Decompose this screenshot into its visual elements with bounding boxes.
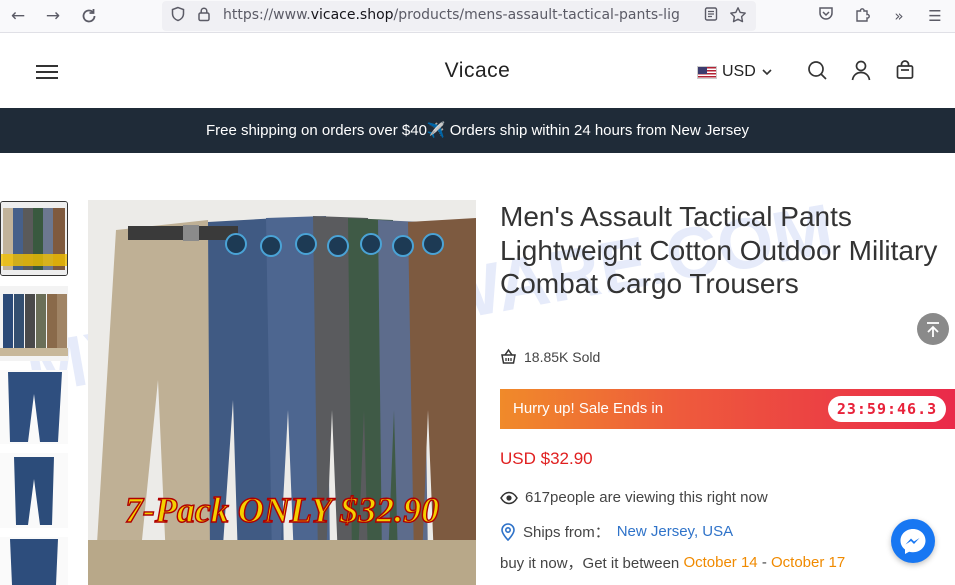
url-text[interactable]: https://www.vicace.shop/products/mens-as… bbox=[223, 7, 699, 23]
gallery-thumbnail[interactable] bbox=[0, 537, 68, 585]
sale-countdown-bar: Hurry up! Sale Ends in 23:59:46.3 bbox=[500, 389, 955, 429]
messenger-chat-button[interactable] bbox=[891, 519, 935, 563]
us-flag-icon bbox=[697, 65, 717, 79]
arrow-up-icon bbox=[927, 322, 939, 337]
cart-icon[interactable] bbox=[894, 59, 918, 83]
sold-count: 18.85K Sold bbox=[500, 348, 600, 365]
gallery-thumbnail[interactable] bbox=[0, 201, 68, 276]
delivery-estimate-row: buy it now，Get it between October 14 - O… bbox=[500, 552, 845, 573]
extensions-puzzle-icon[interactable] bbox=[852, 5, 874, 27]
promo-text: 7-Pack ONLY $32.90 bbox=[125, 490, 439, 530]
product-price: USD $32.90 bbox=[500, 449, 593, 468]
chevron-down-icon bbox=[762, 69, 772, 76]
gallery-thumbnail[interactable] bbox=[0, 453, 68, 528]
ships-from-label: Ships from： bbox=[523, 524, 610, 541]
reader-view-icon[interactable] bbox=[701, 6, 721, 26]
gallery-thumbnail[interactable] bbox=[0, 286, 68, 361]
currency-label: USD bbox=[722, 63, 756, 80]
messenger-icon bbox=[900, 529, 926, 554]
sale-label: Hurry up! Sale Ends in bbox=[513, 400, 664, 417]
location-pin-icon bbox=[501, 522, 515, 541]
viewers-text: 617people are viewing this right now bbox=[525, 489, 768, 506]
bookmark-star-icon[interactable] bbox=[728, 6, 748, 26]
ships-from-location: New Jersey, USA bbox=[616, 523, 734, 540]
announcement-bar: Free shipping on orders over $40✈️ Order… bbox=[0, 108, 955, 153]
product-title: Men's Assault Tactical Pants Lightweight… bbox=[500, 201, 938, 299]
lock-icon[interactable] bbox=[194, 6, 214, 26]
shield-icon[interactable] bbox=[168, 6, 188, 26]
delivery-prefix: buy it now，Get it between bbox=[500, 555, 680, 572]
gallery-thumbnail[interactable] bbox=[0, 370, 68, 444]
back-arrow-icon[interactable]: ← bbox=[6, 5, 30, 27]
sold-count-text: 18.85K Sold bbox=[524, 348, 601, 365]
overflow-chevrons-icon[interactable]: » bbox=[888, 5, 910, 27]
delivery-separator: - bbox=[757, 554, 771, 571]
url-path: /products/mens-assault-tactical-pants-li… bbox=[393, 7, 680, 23]
url-prefix: https://www. bbox=[223, 7, 311, 23]
browser-toolbar: ← → https://www.vicace.shop/products/men… bbox=[0, 0, 955, 33]
account-icon[interactable] bbox=[850, 59, 874, 83]
delivery-end-date: October 17 bbox=[771, 554, 846, 571]
main-product-image[interactable]: 7-Pack ONLY $32.90 bbox=[88, 200, 476, 585]
countdown-timer: 23:59:46.3 bbox=[828, 396, 946, 422]
currency-selector[interactable]: USD bbox=[697, 62, 773, 82]
reload-icon[interactable] bbox=[77, 5, 101, 27]
site-header: Vicace USD bbox=[0, 33, 955, 108]
back-to-top-button[interactable] bbox=[917, 313, 949, 345]
viewers-row: 617people are viewing this right now bbox=[500, 489, 768, 506]
ships-from-row: Ships from： New Jersey, USA bbox=[500, 521, 733, 542]
app-menu-icon[interactable]: ☰ bbox=[924, 5, 946, 27]
search-icon[interactable] bbox=[806, 59, 830, 83]
eye-icon bbox=[500, 491, 518, 504]
url-domain: vicace.shop bbox=[310, 7, 394, 23]
pocket-icon[interactable] bbox=[815, 5, 837, 27]
shopping-basket-icon bbox=[501, 348, 516, 364]
address-bar[interactable]: https://www.vicace.shop/products/mens-as… bbox=[162, 1, 756, 31]
delivery-start-date: October 14 bbox=[683, 554, 758, 571]
forward-arrow-icon[interactable]: → bbox=[41, 5, 65, 27]
